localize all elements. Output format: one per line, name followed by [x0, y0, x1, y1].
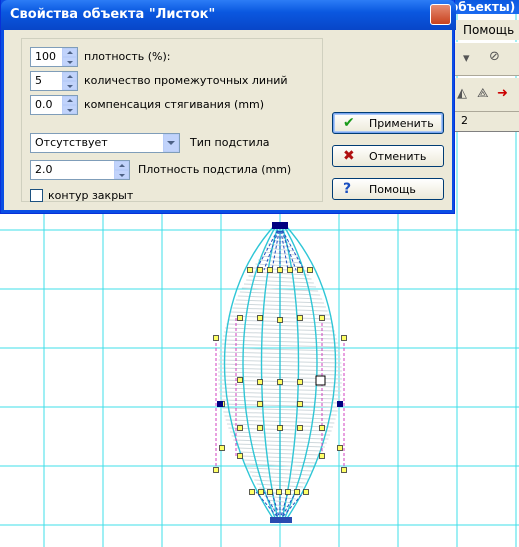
- control-node: [237, 377, 243, 383]
- control-node: [297, 379, 303, 385]
- close-icon[interactable]: [430, 4, 451, 25]
- control-node: [341, 467, 347, 473]
- dialog-body: 100 плотность (%): 5 количество промежут…: [5, 30, 452, 210]
- control-node: [249, 489, 255, 495]
- spin-up-icon[interactable]: [62, 48, 77, 57]
- selected-node: [315, 375, 326, 386]
- shape-tool-icon[interactable]: ◭: [457, 86, 467, 101]
- control-node: [277, 267, 283, 273]
- control-node: [297, 315, 303, 321]
- anchor-node: [217, 401, 223, 407]
- lines-spinner[interactable]: 5: [30, 71, 78, 91]
- toolbar-top: ▾ ⊘: [455, 42, 519, 76]
- control-node: [276, 489, 282, 495]
- app-title: объекты): [450, 0, 516, 14]
- control-node: [258, 489, 264, 495]
- control-node: [297, 267, 303, 273]
- cancel-label: Отменить: [369, 150, 427, 163]
- density-value[interactable]: 100: [35, 50, 56, 63]
- menu-help[interactable]: Помощь: [463, 23, 514, 37]
- ruler: 2: [455, 112, 519, 132]
- check-icon: ✔: [343, 115, 355, 131]
- control-node: [319, 315, 325, 321]
- compensation-value[interactable]: 0.0: [35, 98, 53, 111]
- x-icon: ✖: [343, 148, 355, 164]
- apply-label: Применить: [369, 117, 434, 130]
- arrow-node-icon[interactable]: ➜: [497, 86, 508, 101]
- control-node: [277, 425, 283, 431]
- toolbar-dropdown-icon[interactable]: ▾: [463, 51, 470, 66]
- control-node: [319, 425, 325, 431]
- object-properties-dialog: Свойства объекта "Листок" 100 плотность …: [0, 0, 456, 214]
- control-node: [237, 453, 243, 459]
- cone-tool-icon[interactable]: ⟁: [477, 86, 489, 101]
- control-node: [341, 335, 347, 341]
- anchor-node: [337, 401, 343, 407]
- cancel-button[interactable]: ✖ Отменить: [332, 145, 444, 167]
- control-node: [277, 379, 283, 385]
- question-icon: ?: [343, 181, 352, 197]
- control-node: [257, 379, 263, 385]
- spin-up-icon[interactable]: [114, 161, 129, 170]
- control-node: [285, 489, 291, 495]
- no-symbol-icon[interactable]: ⊘: [489, 49, 500, 64]
- dialog-title-bar[interactable]: Свойства объекта "Листок": [1, 0, 456, 30]
- compensation-label: компенсация стягивания (mm): [84, 98, 265, 111]
- control-node: [247, 267, 253, 273]
- spin-down-icon[interactable]: [114, 170, 129, 179]
- control-node: [213, 335, 219, 341]
- lines-value[interactable]: 5: [35, 74, 42, 87]
- control-node: [267, 267, 273, 273]
- chevron-down-icon[interactable]: [163, 134, 179, 152]
- control-node: [297, 425, 303, 431]
- spin-up-icon[interactable]: [62, 72, 77, 81]
- control-node: [337, 445, 343, 451]
- compensation-spinner[interactable]: 0.0: [30, 95, 78, 115]
- closed-contour-checkbox[interactable]: [30, 189, 43, 202]
- lines-label: количество промежуточных линий: [84, 74, 288, 87]
- app-menu-bar: Помощь: [455, 20, 519, 40]
- dialog-title: Свойства объекта "Листок": [10, 7, 216, 22]
- control-node: [237, 315, 243, 321]
- apply-button[interactable]: ✔ Применить: [332, 112, 444, 134]
- control-node: [297, 401, 303, 407]
- control-node: [257, 315, 263, 321]
- toolbar-bottom: ◭ ⟁ ➜: [455, 78, 519, 112]
- underlay-type-select[interactable]: Отсутствует: [30, 133, 180, 153]
- control-node: [213, 467, 219, 473]
- underlay-density-label: Плотность подстила (mm): [138, 163, 292, 176]
- control-node: [307, 267, 313, 273]
- underlay-type-label: Тип подстила: [190, 136, 270, 149]
- spin-down-icon[interactable]: [62, 105, 77, 114]
- control-node: [237, 425, 243, 431]
- control-node: [267, 489, 273, 495]
- start-marker: [272, 222, 288, 229]
- density-spinner[interactable]: 100: [30, 47, 78, 67]
- settings-group: 100 плотность (%): 5 количество промежут…: [21, 38, 323, 202]
- help-button[interactable]: ? Помощь: [332, 178, 444, 200]
- spin-down-icon[interactable]: [62, 81, 77, 90]
- control-node: [294, 489, 300, 495]
- ruler-label: 2: [461, 114, 468, 127]
- closed-contour-label: контур закрыт: [48, 189, 134, 202]
- density-label: плотность (%):: [84, 50, 171, 63]
- control-node: [287, 267, 293, 273]
- control-node: [257, 401, 263, 407]
- control-node: [257, 425, 263, 431]
- spin-up-icon[interactable]: [62, 96, 77, 105]
- underlay-type-value: Отсутствует: [35, 136, 108, 149]
- spin-down-icon[interactable]: [62, 57, 77, 66]
- help-label: Помощь: [369, 183, 416, 196]
- control-node: [303, 489, 309, 495]
- underlay-density-spinner[interactable]: 2.0: [30, 160, 130, 180]
- end-marker: [270, 517, 292, 523]
- control-node: [277, 317, 283, 323]
- control-node: [219, 445, 225, 451]
- control-node: [319, 453, 325, 459]
- control-node: [257, 267, 263, 273]
- underlay-density-value[interactable]: 2.0: [35, 163, 53, 176]
